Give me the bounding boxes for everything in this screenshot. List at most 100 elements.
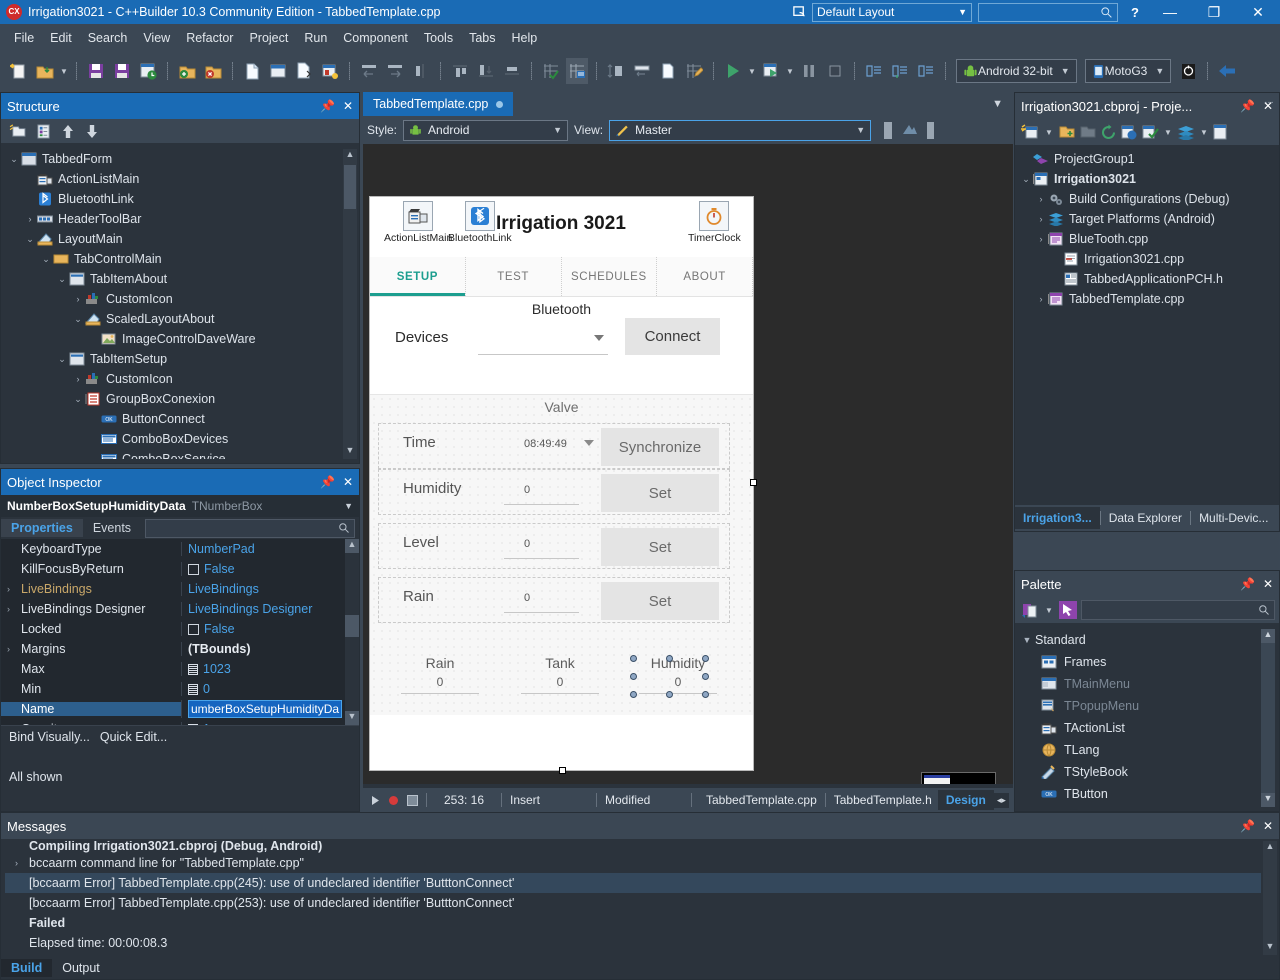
scroll-up-icon[interactable]: ▲ bbox=[345, 539, 359, 553]
message-row[interactable]: Compiling Irrigation3021.cbproj (Debug, … bbox=[5, 841, 1261, 853]
property-row[interactable]: Name umberBoxSetupHumidityDa bbox=[1, 699, 359, 719]
structure-tree-item[interactable]: ⌄ GroupBoxConexion bbox=[7, 389, 353, 409]
groupbox-valve[interactable]: Valve Time 08:49:49 Synchronize Humidity 0 Se… bbox=[370, 395, 753, 715]
pin-icon[interactable]: 📌 bbox=[320, 475, 335, 489]
valve-row-humidity[interactable]: Humidity 0 Set bbox=[378, 469, 730, 515]
valve-row-rain[interactable]: Rain 0 Set bbox=[378, 577, 730, 623]
menu-item-search[interactable]: Search bbox=[80, 28, 136, 48]
maximize-button[interactable]: ❐ bbox=[1192, 0, 1236, 24]
move-up-icon[interactable] bbox=[61, 124, 75, 139]
project-options-icon[interactable] bbox=[1213, 124, 1227, 140]
chevron-right-icon[interactable]: › bbox=[7, 724, 21, 725]
messages-tab-build[interactable]: Build bbox=[1, 959, 53, 977]
nonvisual-timerclock[interactable]: TimerClock bbox=[688, 201, 741, 244]
chevron-down-icon[interactable]: ⌄ bbox=[55, 354, 69, 365]
combobox-devices[interactable] bbox=[478, 323, 608, 355]
message-row[interactable]: Elapsed time: 00:00:08.3 bbox=[5, 933, 1261, 953]
chevron-down-icon[interactable]: ▼ bbox=[1198, 128, 1210, 137]
palette-search-input[interactable] bbox=[1081, 600, 1275, 620]
selection-handle[interactable] bbox=[630, 673, 637, 680]
target-device-dropdown[interactable]: MotoG3 ▼ bbox=[1084, 59, 1172, 83]
project-tree-item[interactable]: ⌄ Irrigation3021 bbox=[1019, 169, 1275, 189]
chevron-down-icon[interactable] bbox=[584, 440, 594, 446]
property-row[interactable]: Min 0 bbox=[1, 679, 359, 699]
chevron-right-icon[interactable]: › bbox=[7, 584, 21, 594]
valve-row-button[interactable]: Set bbox=[601, 528, 719, 566]
messages-tab-output[interactable]: Output bbox=[52, 959, 110, 977]
build-icon[interactable] bbox=[1141, 124, 1159, 141]
chevron-right-icon[interactable]: › bbox=[1034, 214, 1048, 224]
scrollbar-thumb[interactable] bbox=[344, 165, 356, 209]
size-icon[interactable] bbox=[605, 58, 627, 84]
align-center-horiz-icon[interactable] bbox=[410, 58, 432, 84]
menu-item-help[interactable]: Help bbox=[504, 28, 546, 48]
chevron-down-icon[interactable]: ⌄ bbox=[1019, 174, 1033, 185]
status-file-h[interactable]: TabbedTemplate.h bbox=[828, 793, 938, 807]
structure-tree-item[interactable]: › HeaderToolBar bbox=[7, 209, 353, 229]
menu-item-tabs[interactable]: Tabs bbox=[461, 28, 503, 48]
breakpoint-icon[interactable] bbox=[388, 795, 399, 806]
title-search-input[interactable] bbox=[978, 2, 1118, 22]
structure-scrollbar[interactable]: ▲ ▼ bbox=[343, 149, 357, 459]
save-project-icon[interactable] bbox=[137, 58, 159, 84]
structure-tree-item[interactable]: BluetoothLink bbox=[7, 189, 353, 209]
menu-item-run[interactable]: Run bbox=[296, 28, 335, 48]
form-tab-schedules[interactable]: SCHEDULES bbox=[562, 257, 658, 296]
messages-scrollbar[interactable]: ▲ ▼ bbox=[1263, 841, 1277, 955]
groupbox-conexion[interactable]: Bluetooth Devices Connect bbox=[370, 297, 753, 395]
property-row[interactable]: › LiveBindings LiveBindings bbox=[1, 579, 359, 599]
align-left-icon[interactable] bbox=[358, 58, 380, 84]
project-manager-tab-2[interactable]: Multi-Devic... bbox=[1191, 507, 1276, 529]
chevron-right-icon[interactable]: › bbox=[7, 604, 21, 614]
checkbox[interactable] bbox=[188, 623, 199, 635]
structure-tree-item[interactable]: ComboBoxService bbox=[7, 449, 353, 459]
panel-menu-dots-icon[interactable]: … bbox=[1264, 95, 1275, 106]
selection-handle[interactable] bbox=[630, 691, 637, 698]
project-manager-tab-1[interactable]: Data Explorer bbox=[1101, 507, 1190, 529]
scrollbar-thumb[interactable] bbox=[345, 615, 359, 637]
property-row[interactable]: › Margins (TBounds) bbox=[1, 639, 359, 659]
desktop-save-icon[interactable] bbox=[786, 0, 812, 24]
structure-tree-item[interactable]: ⌄ TabControlMain bbox=[7, 249, 353, 269]
structure-view-icon[interactable] bbox=[36, 123, 51, 139]
valve-row-value[interactable]: 08:49:49 bbox=[524, 438, 567, 450]
palette-category-standard[interactable]: ▼ Standard bbox=[1019, 629, 1275, 651]
message-row[interactable]: [bccaarm Error] TabbedTemplate.cpp(253):… bbox=[5, 893, 1261, 913]
new-form-icon[interactable] bbox=[319, 58, 341, 84]
run-without-debug-icon[interactable] bbox=[760, 58, 782, 84]
align-bottom-icon[interactable] bbox=[475, 58, 497, 84]
menu-item-tools[interactable]: Tools bbox=[416, 28, 461, 48]
status-file-cpp[interactable]: TabbedTemplate.cpp bbox=[700, 793, 823, 807]
property-search-input[interactable] bbox=[145, 518, 355, 538]
close-icon[interactable]: ✕ bbox=[343, 475, 353, 489]
scroll-up-icon[interactable]: ▲ bbox=[343, 149, 357, 163]
toggle-form-unit-icon[interactable] bbox=[293, 58, 315, 84]
view-mode-arrows[interactable]: ◂▸ bbox=[993, 792, 1009, 808]
palette-item-tbutton[interactable]: OK TButton bbox=[1019, 783, 1275, 805]
structure-tree-item[interactable]: ActionListMain bbox=[7, 169, 353, 189]
menu-item-file[interactable]: File bbox=[6, 28, 42, 48]
open-dropdown-icon[interactable]: ▼ bbox=[58, 67, 70, 76]
help-button[interactable]: ? bbox=[1122, 0, 1148, 24]
tab-events[interactable]: Events bbox=[83, 519, 141, 537]
view-dropdown[interactable]: Master ▼ bbox=[609, 119, 872, 141]
align-right-icon[interactable] bbox=[384, 58, 406, 84]
selection-handle[interactable] bbox=[630, 655, 637, 662]
project-manager-tab-0[interactable]: Irrigation3... bbox=[1015, 507, 1100, 529]
quick-edit-link[interactable]: Quick Edit... bbox=[100, 730, 167, 744]
chevron-right-icon[interactable]: › bbox=[23, 214, 37, 224]
project-tree-item[interactable]: TabbedApplicationPCH.h bbox=[1019, 269, 1275, 289]
remove-from-project-icon[interactable] bbox=[202, 58, 224, 84]
target-platforms-icon[interactable] bbox=[1177, 125, 1195, 140]
structure-tree-item[interactable]: › CustomIcon bbox=[7, 289, 353, 309]
close-icon[interactable]: ✕ bbox=[1263, 819, 1273, 833]
refresh-device-icon[interactable] bbox=[1177, 58, 1199, 84]
project-tree-item[interactable]: › TabbedTemplate.cpp bbox=[1019, 289, 1275, 309]
scroll-down-icon[interactable]: ▼ bbox=[1263, 941, 1277, 955]
edit-grid-icon[interactable] bbox=[683, 58, 705, 84]
pin-icon[interactable]: 📌 bbox=[1240, 99, 1255, 113]
project-tree-item[interactable]: ProjectGroup1 bbox=[1019, 149, 1275, 169]
pin-icon[interactable]: 📌 bbox=[1240, 577, 1255, 591]
close-icon[interactable]: ✕ bbox=[343, 99, 353, 113]
step-over-icon[interactable] bbox=[889, 58, 911, 84]
